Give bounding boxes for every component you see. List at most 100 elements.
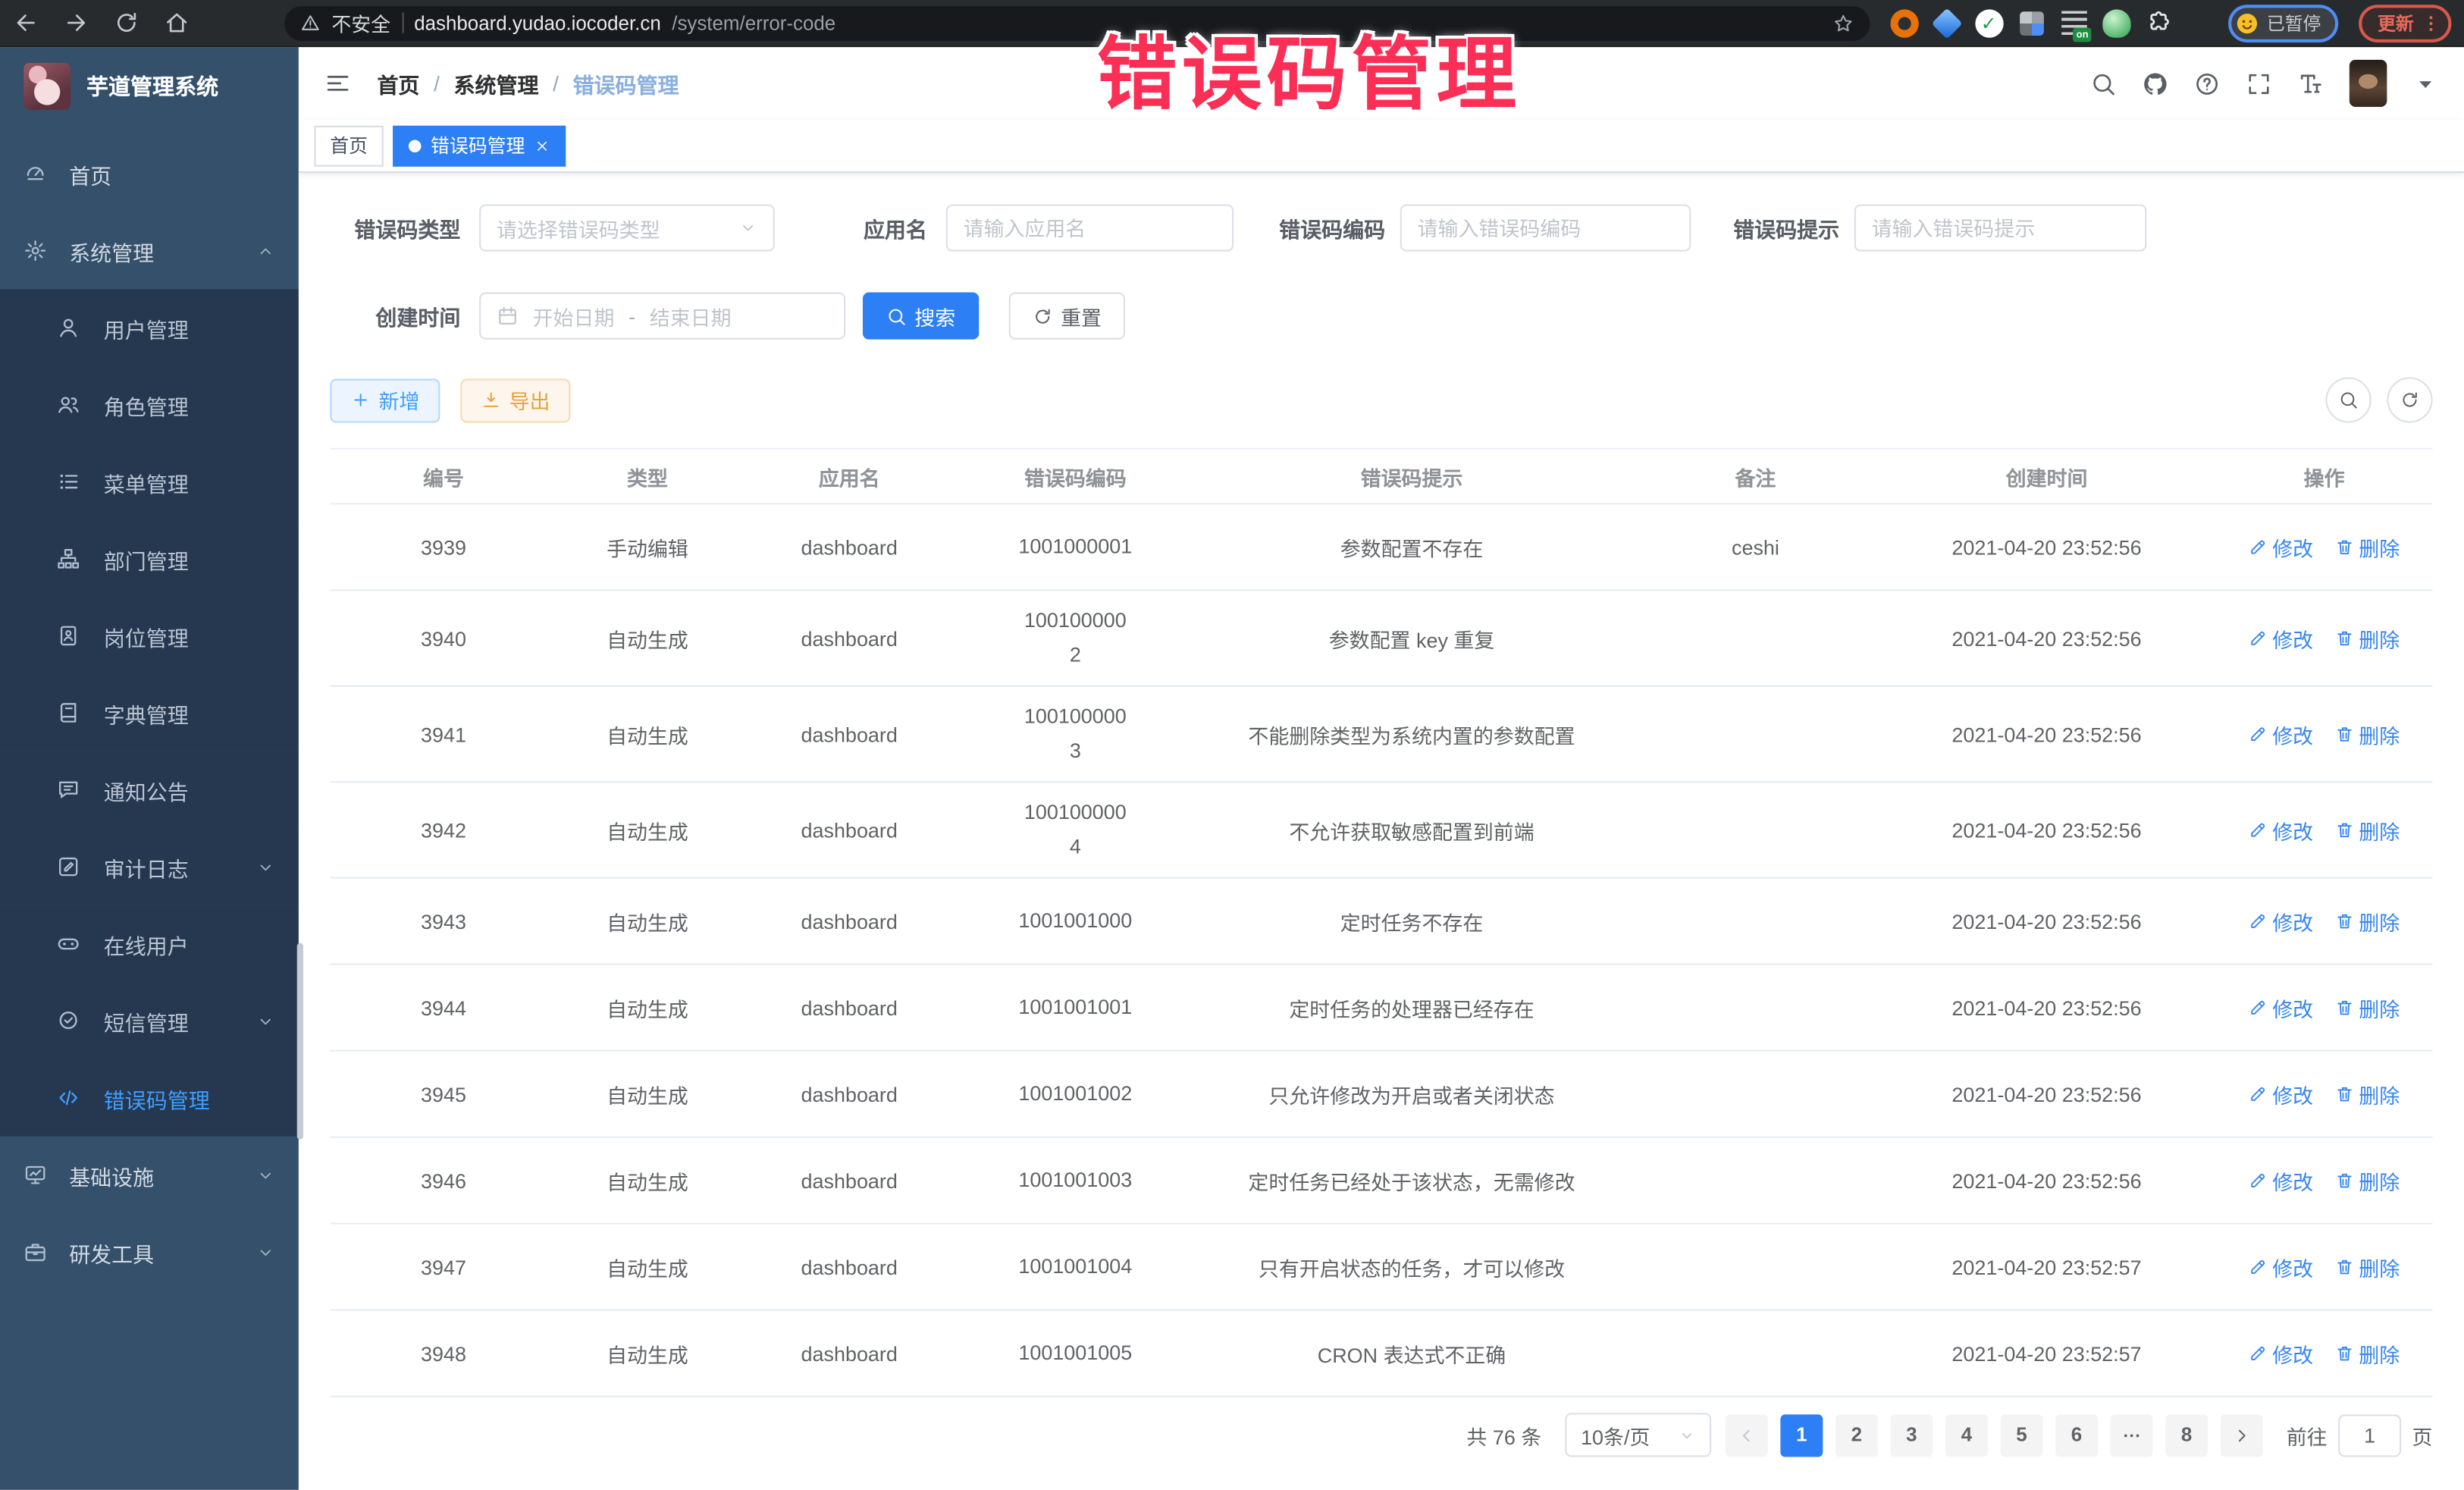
page-button-2[interactable]: 2 bbox=[1835, 1413, 1878, 1456]
header-search-icon[interactable] bbox=[2090, 70, 2117, 96]
column-header: 创建时间 bbox=[1877, 449, 2215, 504]
error-code-input[interactable] bbox=[1400, 204, 1691, 251]
edit-link[interactable]: 修改 bbox=[2249, 532, 2313, 562]
app-name-input[interactable] bbox=[946, 204, 1234, 251]
page-button-8[interactable]: 8 bbox=[2165, 1413, 2208, 1456]
browser-menu-dots-icon[interactable] bbox=[2420, 12, 2442, 34]
browser-forward-icon[interactable] bbox=[63, 9, 89, 36]
create-time-range-picker[interactable]: 开始日期 - 结束日期 bbox=[479, 293, 845, 340]
sidebar-item-字典管理[interactable]: 字典管理 bbox=[0, 674, 299, 751]
avatar-caret-down-icon[interactable] bbox=[2412, 70, 2439, 96]
not-secure-warning-icon[interactable] bbox=[300, 13, 321, 33]
app-logo[interactable]: 芋道管理系统 bbox=[0, 47, 299, 126]
blue-gem-extension-icon[interactable] bbox=[1930, 7, 1961, 38]
edit-link[interactable]: 修改 bbox=[2249, 1079, 2313, 1109]
delete-link[interactable]: 删除 bbox=[2335, 719, 2400, 748]
green-check-extension-icon[interactable]: ✓ bbox=[1974, 8, 2002, 36]
edit-link[interactable]: 修改 bbox=[2249, 815, 2313, 845]
tab-错误码管理[interactable]: 错误码管理 bbox=[393, 125, 566, 166]
breadcrumb-item[interactable]: 系统管理 bbox=[454, 67, 539, 99]
delete-link[interactable]: 删除 bbox=[2335, 906, 2400, 936]
delete-link[interactable]: 删除 bbox=[2335, 993, 2400, 1022]
error-type-select[interactable]: 请选择错误码类型 bbox=[479, 204, 775, 251]
show-search-toggle-button[interactable] bbox=[2326, 377, 2372, 422]
edit-link[interactable]: 修改 bbox=[2249, 719, 2313, 748]
sidebar-item-短信管理[interactable]: 短信管理 bbox=[0, 982, 299, 1059]
more-pages-button[interactable] bbox=[2111, 1413, 2153, 1456]
sidebar-item-部门管理[interactable]: 部门管理 bbox=[0, 520, 299, 598]
table-row: 3946自动生成dashboard1001001003定时任务已经处于该状态，无… bbox=[330, 1137, 2432, 1224]
id-cell: 3939 bbox=[330, 503, 557, 590]
page-size-select[interactable]: 10条/页 bbox=[1565, 1413, 1711, 1457]
sidebar-item-审计日志[interactable]: 审计日志 bbox=[0, 828, 299, 905]
green-key-extension-icon[interactable] bbox=[2102, 8, 2130, 36]
browser-profile-chip[interactable]: 已暂停 bbox=[2227, 4, 2338, 42]
sidebar-item-错误码管理[interactable]: 错误码管理 bbox=[0, 1059, 299, 1137]
refresh-table-button[interactable] bbox=[2387, 377, 2432, 422]
puzzle-extensions-icon[interactable] bbox=[2144, 8, 2172, 36]
sidebar-item-用户管理[interactable]: 用户管理 bbox=[0, 289, 299, 366]
page-button-5[interactable]: 5 bbox=[2000, 1413, 2042, 1456]
delete-link[interactable]: 删除 bbox=[2335, 1079, 2400, 1109]
refresh-icon bbox=[2400, 390, 2420, 410]
delete-link[interactable]: 删除 bbox=[2335, 532, 2400, 562]
hamburger-icon[interactable] bbox=[324, 69, 352, 97]
add-button[interactable]: 新增 bbox=[330, 378, 440, 422]
edit-link[interactable]: 修改 bbox=[2249, 993, 2313, 1022]
browser-update-button[interactable]: 更新 bbox=[2359, 4, 2451, 42]
breadcrumb-item[interactable]: 首页 bbox=[377, 67, 419, 99]
user-avatar[interactable] bbox=[2350, 60, 2387, 107]
prev-page-button[interactable] bbox=[1726, 1413, 1768, 1456]
delete-link[interactable]: 删除 bbox=[2335, 623, 2400, 653]
error-hint-input[interactable] bbox=[1854, 204, 2147, 251]
page-button-6[interactable]: 6 bbox=[2055, 1413, 2098, 1456]
browser-reload-icon[interactable] bbox=[113, 9, 140, 36]
browser-back-icon[interactable] bbox=[13, 9, 39, 36]
tab-首页[interactable]: 首页 bbox=[315, 125, 384, 166]
page-button-3[interactable]: 3 bbox=[1890, 1413, 1933, 1456]
next-page-button[interactable] bbox=[2221, 1413, 2263, 1456]
bookmark-star-icon[interactable] bbox=[1832, 12, 1854, 34]
sidebar-item-首页[interactable]: 首页 bbox=[0, 135, 299, 212]
sidebar-item-在线用户[interactable]: 在线用户 bbox=[0, 905, 299, 983]
sidebar-item-基础设施[interactable]: 基础设施 bbox=[0, 1137, 299, 1214]
page-button-1[interactable]: 1 bbox=[1780, 1413, 1823, 1456]
search-button[interactable]: 搜索 bbox=[863, 293, 979, 340]
close-icon[interactable] bbox=[534, 137, 550, 153]
address-bar[interactable]: 不安全 dashboard.yudao.iocoder.cn/system/er… bbox=[284, 5, 1869, 40]
chevron-left-icon bbox=[1736, 1425, 1757, 1445]
sidebar-item-菜单管理[interactable]: 菜单管理 bbox=[0, 444, 299, 521]
sidebar-item-系统管理[interactable]: 系统管理 bbox=[0, 212, 299, 290]
code-cell: 1001001003 bbox=[961, 1137, 1190, 1224]
edit-link[interactable]: 修改 bbox=[2249, 1165, 2313, 1195]
sidebar-item-角色管理[interactable]: 角色管理 bbox=[0, 366, 299, 444]
sidebar-item-研发工具[interactable]: 研发工具 bbox=[0, 1213, 299, 1291]
help-icon[interactable] bbox=[2193, 70, 2220, 96]
sidebar-scrollbar-thumb[interactable] bbox=[297, 943, 303, 1140]
remark-cell bbox=[1634, 782, 1878, 877]
edit-link[interactable]: 修改 bbox=[2249, 906, 2313, 936]
sidebar-item-通知公告[interactable]: 通知公告 bbox=[0, 751, 299, 829]
export-button[interactable]: 导出 bbox=[460, 378, 570, 422]
grid-extension-icon[interactable] bbox=[2019, 11, 2043, 35]
delete-link[interactable]: 删除 bbox=[2335, 1338, 2400, 1368]
app-cell: dashboard bbox=[738, 1224, 961, 1310]
edit-link[interactable]: 修改 bbox=[2249, 1338, 2313, 1368]
sidebar-item-岗位管理[interactable]: 岗位管理 bbox=[0, 598, 299, 675]
goto-page-input[interactable] bbox=[2338, 1413, 2401, 1456]
orange-circle-extension-icon[interactable] bbox=[1889, 8, 1917, 36]
edit-link[interactable]: 修改 bbox=[2249, 623, 2313, 653]
github-icon[interactable] bbox=[2142, 70, 2168, 96]
edit-link[interactable]: 修改 bbox=[2249, 1252, 2313, 1281]
page-button-4[interactable]: 4 bbox=[1945, 1413, 1988, 1456]
delete-link[interactable]: 删除 bbox=[2335, 1165, 2400, 1195]
delete-link[interactable]: 删除 bbox=[2335, 1252, 2400, 1281]
code-cell: 1001001005 bbox=[961, 1310, 1190, 1397]
delete-link[interactable]: 删除 bbox=[2335, 815, 2400, 845]
reset-button[interactable]: 重置 bbox=[1009, 293, 1125, 340]
list-on-extension-icon[interactable] bbox=[2061, 10, 2086, 36]
id-cell: 3942 bbox=[330, 782, 557, 877]
font-size-icon[interactable] bbox=[2297, 70, 2324, 96]
browser-home-icon[interactable] bbox=[164, 9, 190, 36]
fullscreen-icon[interactable] bbox=[2246, 70, 2272, 96]
